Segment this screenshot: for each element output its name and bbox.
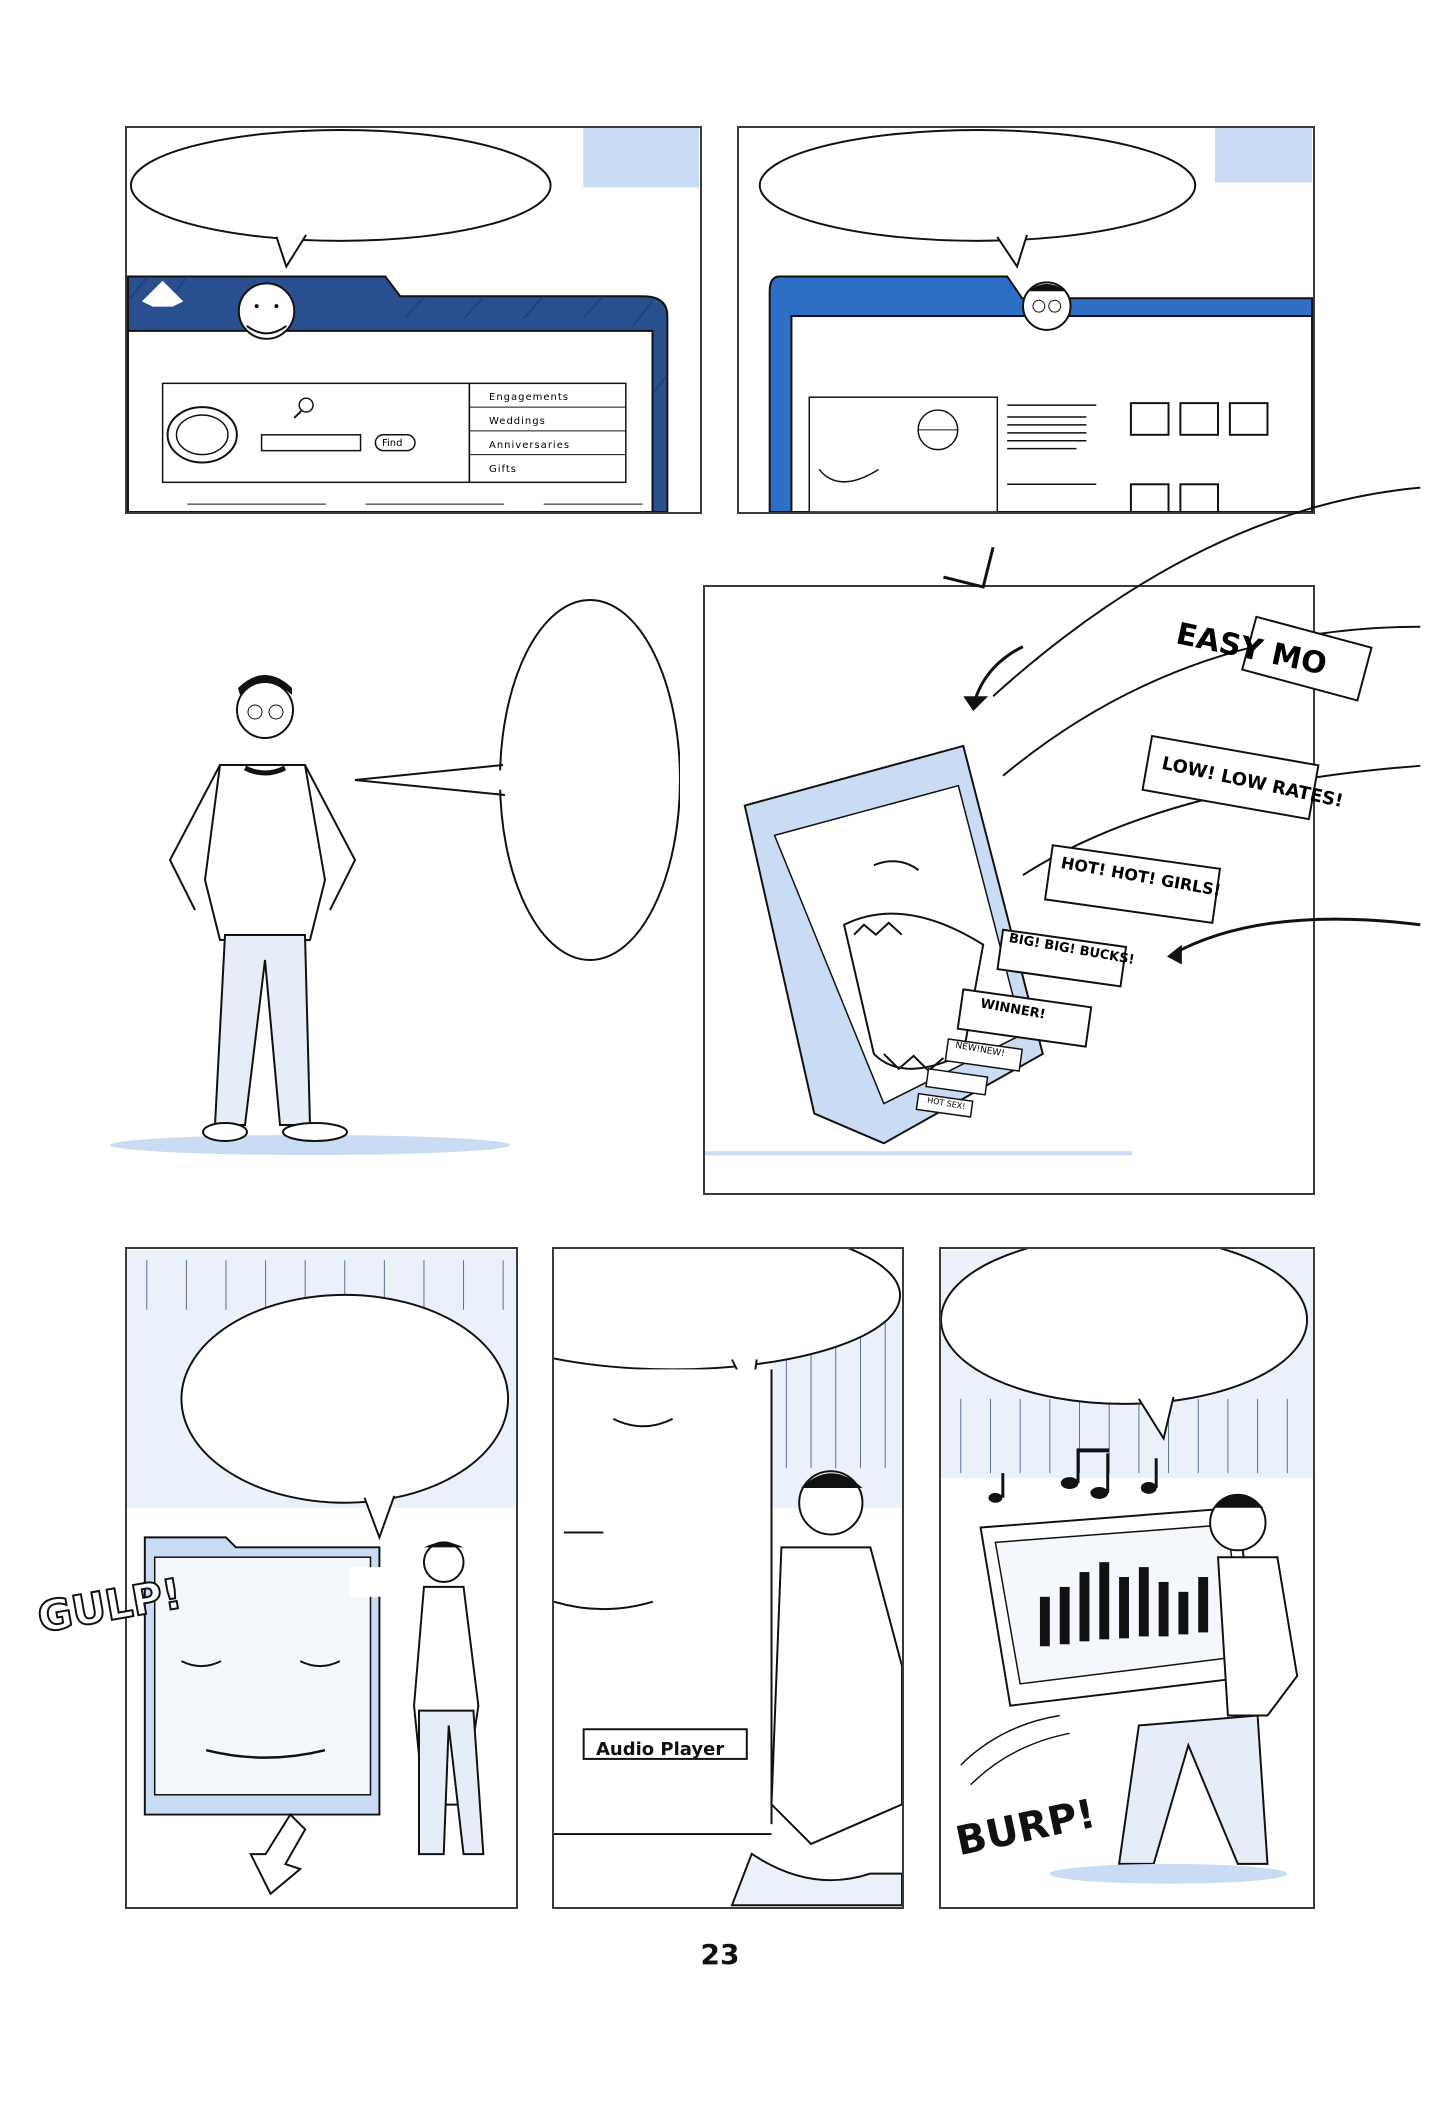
panel-1-art <box>127 128 700 512</box>
panel-2-sports-site <box>737 126 1315 514</box>
panel-6-art <box>554 1249 902 1907</box>
panel-3-standing-man <box>60 580 681 1160</box>
panel-7-burp: BURP! <box>939 1247 1315 1909</box>
speech-bubble <box>941 1249 1308 1405</box>
panel-1-jewelry-site: Find Engagements Weddings Anniversaries … <box>125 126 702 514</box>
up-arrow-icon <box>249 1812 307 1896</box>
panel-4-art <box>705 486 1421 1156</box>
panel-7-art <box>941 1249 1313 1884</box>
panel-3-art <box>110 599 681 1155</box>
speech-bubble <box>499 599 681 961</box>
menu-item-engagements[interactable]: Engagements <box>489 392 569 403</box>
search-button[interactable]: Find <box>382 438 403 449</box>
speech-bubble <box>129 128 552 242</box>
menu-item-gifts[interactable]: Gifts <box>489 464 517 475</box>
browser-monster <box>743 744 1044 1145</box>
panel-6-audio-player: Audio Player <box>552 1247 904 1909</box>
speech-bubble <box>758 128 1197 242</box>
menu-item-weddings[interactable]: Weddings <box>489 416 546 427</box>
page-number: 23 <box>700 1938 740 1971</box>
panel-2-art <box>758 128 1313 512</box>
man-head <box>236 681 294 739</box>
jeans <box>213 934 312 1126</box>
man-head <box>237 282 296 340</box>
panel-5-art <box>127 1250 516 1896</box>
jacket <box>203 764 327 941</box>
menu-item-anniversaries[interactable]: Anniversaries <box>489 440 570 451</box>
panel-4-spam-browser: EASY MO LOW! LOW RATES! HOT! HOT! GIRLS!… <box>703 486 1421 1195</box>
panel-5-gulp: GULP! <box>33 1247 518 1909</box>
speech-bubble <box>180 1293 510 1504</box>
audio-player-label[interactable]: Audio Player <box>596 1739 724 1760</box>
man-head <box>422 1541 465 1583</box>
